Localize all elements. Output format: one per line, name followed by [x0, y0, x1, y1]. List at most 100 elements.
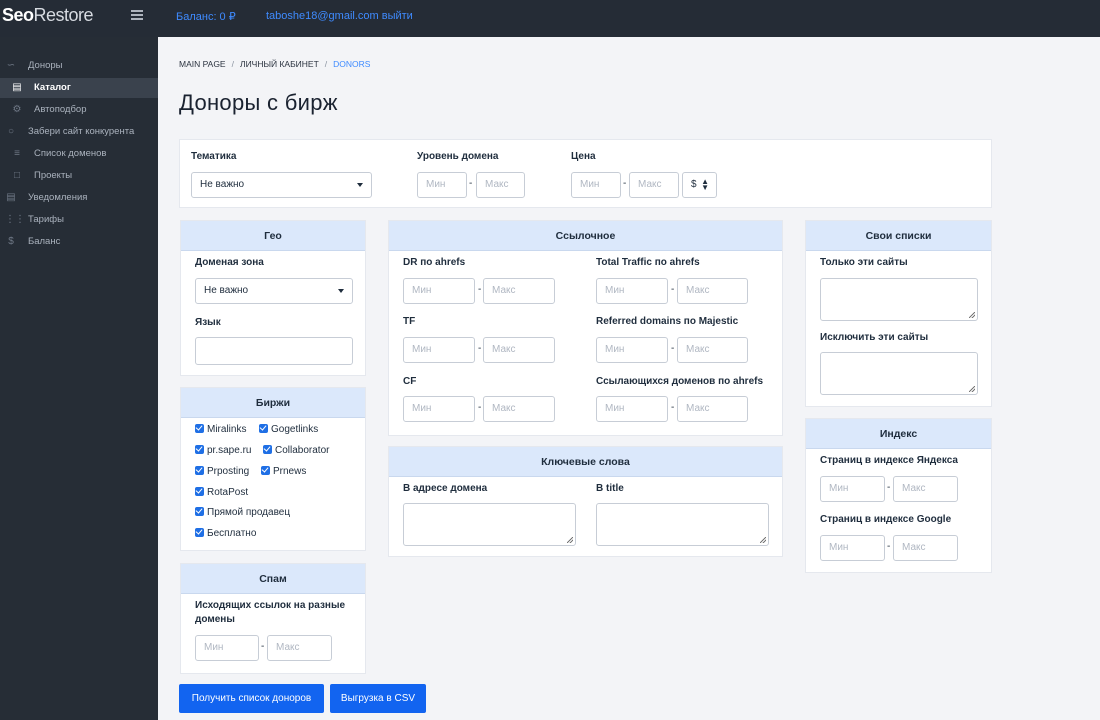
traffic-max-input[interactable]: Макс — [677, 278, 748, 304]
menu-icon[interactable] — [131, 10, 143, 20]
sidebar: ∽ Доноры ▤ Каталог ⚙ Автоподбор ○ Забери… — [0, 37, 158, 720]
gear-icon: ⚙ — [12, 104, 22, 115]
page-title: Доноры с бирж — [179, 90, 338, 115]
share-icon: ∽ — [6, 60, 16, 71]
sidebar-item-projects[interactable]: □ Проекты — [0, 166, 158, 186]
sidebar-item-label: Доноры — [28, 60, 63, 71]
checkbox-gogetlinks[interactable]: Gogetlinks — [259, 424, 318, 435]
exclude-sites-textarea[interactable] — [820, 352, 978, 395]
domain-level-min-input[interactable]: Мин — [417, 172, 467, 198]
index-card: Индекс Страниц в индексе Яндекса Мин - М… — [805, 418, 992, 573]
topic-select[interactable]: Не важно — [191, 172, 372, 198]
sidebar-item-autopick[interactable]: ⚙ Автоподбор — [0, 100, 158, 120]
dr-min-input[interactable]: Мин — [403, 278, 475, 304]
get-donors-button[interactable]: Получить список доноров — [179, 684, 324, 713]
sidebar-item-label: Баланс — [28, 236, 61, 247]
domain-keyword-label: В адресе домена — [403, 483, 488, 494]
domain-keyword-textarea[interactable] — [403, 503, 576, 546]
folder-icon: □ — [13, 170, 21, 181]
sidebar-item-label: Забери сайт конкурента — [28, 126, 135, 137]
outgoing-links-label-2: домены — [195, 614, 235, 625]
inbox-icon: ▤ — [6, 192, 16, 203]
referred-max-input[interactable]: Макс — [677, 337, 748, 363]
linking-domains-label: Ссылающихся доменов по ahrefs — [596, 376, 764, 387]
price-max-input[interactable]: Макс — [629, 172, 679, 198]
geo-card: Гео Доменая зона Не важно Язык — [180, 220, 366, 376]
own-lists-card: Свои списки Только эти сайты Исключить э… — [805, 220, 992, 407]
linking-domains-max-input[interactable]: Макс — [677, 396, 748, 422]
chevron-down-icon — [338, 289, 344, 293]
tf-max-input[interactable]: Макс — [483, 337, 555, 363]
balance-link[interactable]: Баланс: 0 ₽ — [176, 10, 236, 23]
cf-min-input[interactable]: Мин — [403, 396, 475, 422]
domain-zone-select[interactable]: Не важно — [195, 278, 353, 304]
only-sites-textarea[interactable] — [820, 278, 978, 321]
own-lists-card-title: Свои списки — [806, 221, 991, 251]
traffic-min-input[interactable]: Мин — [596, 278, 668, 304]
currency-select[interactable]: $ ▲ ▼ — [682, 172, 717, 198]
outgoing-links-min-input[interactable]: Мин — [195, 635, 259, 661]
domain-level-max-input[interactable]: Макс — [476, 172, 525, 198]
google-index-min-input[interactable]: Мин — [820, 535, 885, 561]
checkbox-free[interactable]: Бесплатно — [195, 528, 256, 539]
checkbox-sape[interactable]: pr.sape.ru — [195, 445, 251, 456]
referred-min-input[interactable]: Мин — [596, 337, 668, 363]
tf-min-input[interactable]: Мин — [403, 337, 475, 363]
links-card: Ссылочное DR по ahrefs Мин - Макс Total … — [388, 220, 783, 436]
breadcrumb-main[interactable]: MAIN PAGE — [179, 59, 226, 69]
cf-max-input[interactable]: Макс — [483, 396, 555, 422]
domain-level-label: Уровень домена — [417, 151, 499, 162]
price-label: Цена — [571, 151, 596, 162]
sidebar-item-notifications[interactable]: ▤ Уведомления — [0, 188, 158, 208]
domain-zone-label: Доменая зона — [195, 257, 264, 268]
sidebar-item-label: Проекты — [34, 170, 73, 181]
price-min-input[interactable]: Мин — [571, 172, 621, 198]
checkbox-collaborator[interactable]: Collaborator — [263, 445, 329, 456]
dr-label: DR по ahrefs — [403, 257, 466, 268]
top-bar: SeoRestore Баланс: 0 ₽ taboshe18@gmail.c… — [0, 0, 1100, 37]
title-keyword-label: В title — [596, 483, 624, 494]
breadcrumb-current: DONORS — [333, 59, 371, 69]
referred-label: Referred domains по Majestic — [596, 316, 739, 327]
sidebar-item-catalog[interactable]: ▤ Каталог — [0, 78, 158, 98]
links-card-title: Ссылочное — [389, 221, 782, 251]
breadcrumb-cabinet[interactable]: ЛИЧНЫЙ КАБИНЕТ — [240, 59, 319, 69]
sidebar-item-donors[interactable]: ∽ Доноры — [0, 56, 158, 76]
google-index-max-input[interactable]: Макс — [893, 535, 958, 561]
spam-card: Спам Исходящих ссылок на разные домены М… — [180, 563, 366, 674]
user-account-link[interactable]: taboshe18@gmail.com выйти — [266, 10, 413, 22]
checkbox-prposting[interactable]: Prposting — [195, 466, 249, 477]
dollar-icon: $ — [8, 236, 14, 247]
checkbox-miralinks[interactable]: Miralinks — [195, 424, 246, 435]
index-card-title: Индекс — [806, 419, 991, 449]
yandex-index-max-input[interactable]: Макс — [893, 476, 958, 502]
logo[interactable]: SeoRestore — [2, 5, 94, 26]
exchanges-card-title: Биржи — [181, 388, 365, 418]
checkbox-prnews[interactable]: Prnews — [261, 466, 306, 477]
checkbox-rotapost[interactable]: RotaPost — [195, 487, 248, 498]
sidebar-item-domain-list[interactable]: ≡ Список доменов — [0, 144, 158, 164]
sidebar-item-label: Каталог — [34, 82, 71, 93]
sidebar-item-competitor[interactable]: ○ Забери сайт конкурента — [0, 122, 158, 142]
language-label: Язык — [195, 317, 221, 328]
filters-card: Тематика Не важно Уровень домена Мин - М… — [179, 139, 992, 208]
yandex-index-label: Страниц в индексе Яндекса — [820, 455, 958, 466]
yandex-index-min-input[interactable]: Мин — [820, 476, 885, 502]
title-keyword-textarea[interactable] — [596, 503, 769, 546]
outgoing-links-label-1: Исходящих ссылок на разные — [195, 600, 346, 611]
exchanges-card: Биржи Miralinks Gogetlinks pr.sape.ru Co… — [180, 387, 366, 551]
keywords-card: Ключевые слова В адресе домена В title — [388, 446, 783, 557]
tf-label: TF — [403, 316, 416, 327]
language-input[interactable] — [195, 337, 353, 365]
sidebar-item-label: Список доменов — [34, 148, 107, 159]
dr-max-input[interactable]: Макс — [483, 278, 555, 304]
sort-icon: ▲ ▼ — [701, 177, 709, 192]
linking-domains-min-input[interactable]: Мин — [596, 396, 668, 422]
export-csv-button[interactable]: Выгрузка в CSV — [330, 684, 426, 713]
outgoing-links-max-input[interactable]: Макс — [267, 635, 332, 661]
geo-card-title: Гео — [181, 221, 365, 251]
sidebar-item-balance[interactable]: $ Баланс — [0, 232, 158, 252]
topic-label: Тематика — [191, 151, 237, 162]
checkbox-direct-seller[interactable]: Прямой продавец — [195, 507, 290, 518]
sidebar-item-tariffs[interactable]: ⋮⋮ Тарифы — [0, 210, 158, 230]
